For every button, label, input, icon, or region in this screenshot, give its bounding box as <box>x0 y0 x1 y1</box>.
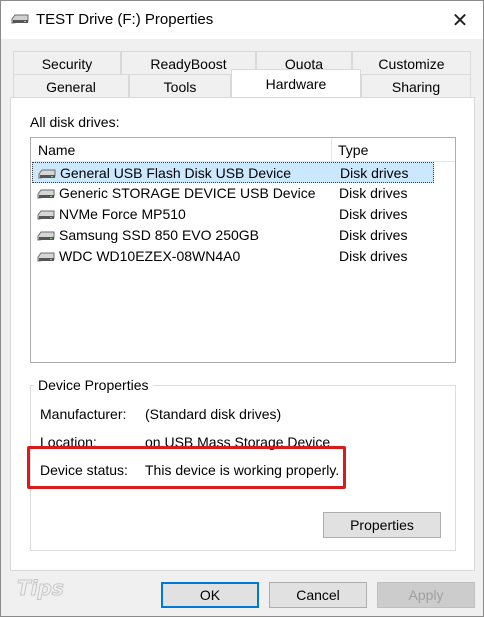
tab-security[interactable]: Security <box>13 51 121 75</box>
drive-icon <box>37 210 55 220</box>
manufacturer-label: Manufacturer: <box>40 406 127 422</box>
list-item-name: NVMe Force MP510 <box>59 206 186 222</box>
list-item-name: WDC WD10EZEX-08WN4A0 <box>59 248 241 264</box>
svg-text:Tips: Tips <box>17 576 64 600</box>
disk-drives-list[interactable]: Name Type General USB Flash Disk USB Dev… <box>30 137 456 363</box>
all-disk-drives-label: All disk drives: <box>30 114 120 130</box>
manufacturer-value: (Standard disk drives) <box>145 406 282 422</box>
list-item-name: Generic STORAGE DEVICE USB Device <box>59 185 316 201</box>
list-header: Name Type <box>31 138 455 162</box>
close-button[interactable]: ✕ <box>437 1 483 39</box>
drive-icon <box>37 189 55 199</box>
properties-dialog: TEST Drive (F:) Properties ✕ Security Re… <box>0 0 484 617</box>
drive-icon <box>37 231 55 241</box>
list-item-name: General USB Flash Disk USB Device <box>60 165 292 181</box>
list-item-type: Disk drives <box>339 185 408 201</box>
list-item[interactable]: General USB Flash Disk USB Device Disk d… <box>32 162 434 183</box>
drive-icon <box>38 169 56 179</box>
list-item-type: Disk drives <box>339 248 408 264</box>
list-item[interactable]: WDC WD10EZEX-08WN4A0 Disk drives <box>32 246 434 267</box>
column-header-type[interactable]: Type <box>338 142 368 158</box>
tab-general[interactable]: General <box>13 74 129 98</box>
list-item-type: Disk drives <box>340 165 409 181</box>
drive-icon <box>37 252 55 262</box>
drive-icon <box>11 14 29 24</box>
device-status-value: This device is working properly. <box>145 462 340 478</box>
close-icon: ✕ <box>451 9 469 32</box>
cancel-button[interactable]: Cancel <box>269 582 367 608</box>
tab-customize[interactable]: Customize <box>352 51 471 75</box>
tab-tools[interactable]: Tools <box>129 74 231 98</box>
list-item[interactable]: Samsung SSD 850 EVO 250GB Disk drives <box>32 225 434 246</box>
properties-button[interactable]: Properties <box>323 512 441 538</box>
list-item-name: Samsung SSD 850 EVO 250GB <box>59 227 259 243</box>
ok-button[interactable]: OK <box>161 582 259 608</box>
window-title: TEST Drive (F:) Properties <box>36 11 214 28</box>
list-item-type: Disk drives <box>339 206 408 222</box>
list-item[interactable]: NVMe Force MP510 Disk drives <box>32 204 434 225</box>
apply-button[interactable]: Apply <box>377 582 475 608</box>
tab-hardware[interactable]: Hardware <box>231 69 361 97</box>
device-properties-title: Device Properties <box>34 377 153 393</box>
title-bar: TEST Drive (F:) Properties ✕ <box>1 1 483 39</box>
tab-sharing[interactable]: Sharing <box>361 74 471 98</box>
column-divider[interactable] <box>331 138 332 162</box>
watermark-logo: Tips <box>17 576 65 601</box>
list-item[interactable]: Generic STORAGE DEVICE USB Device Disk d… <box>32 183 434 204</box>
column-header-name[interactable]: Name <box>38 142 75 158</box>
list-item-type: Disk drives <box>339 227 408 243</box>
device-status-label: Device status: <box>40 462 130 478</box>
